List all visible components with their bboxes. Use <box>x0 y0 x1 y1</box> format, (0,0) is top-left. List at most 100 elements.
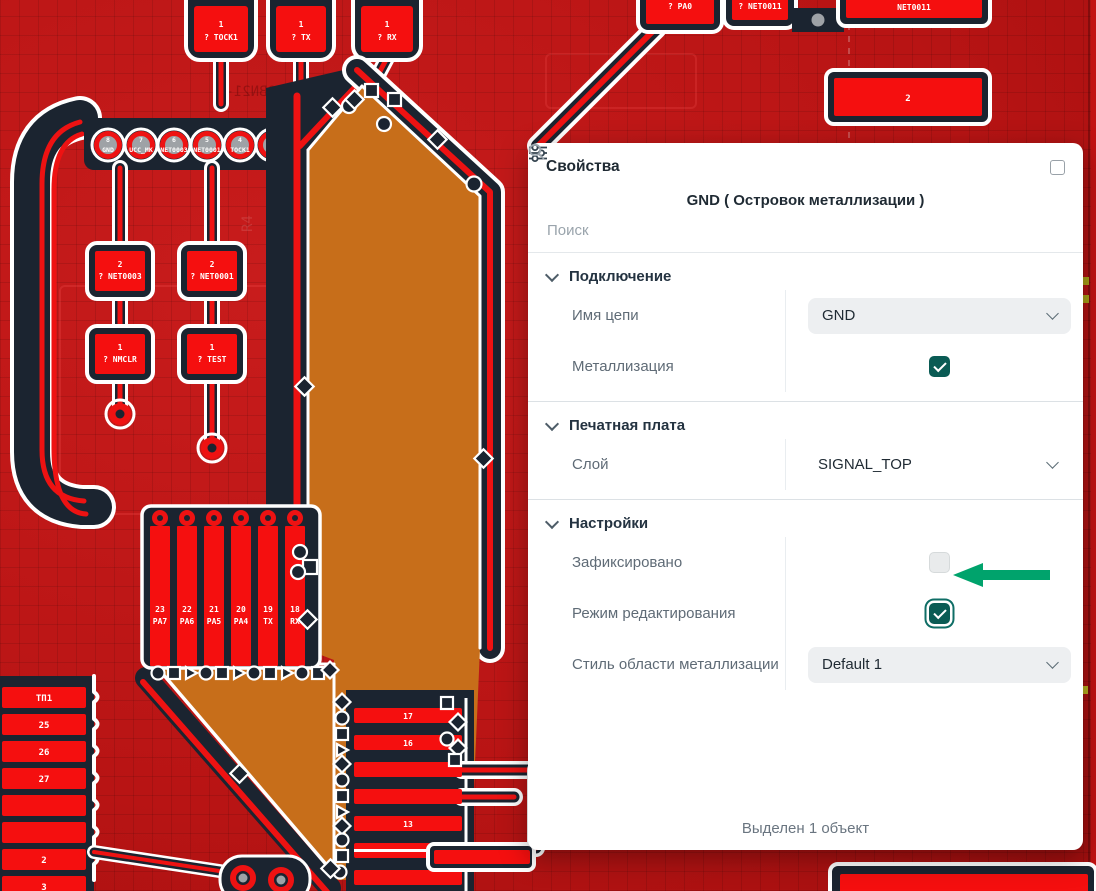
selection-handle[interactable] <box>336 850 348 862</box>
pin-pad[interactable]: 8GND <box>92 129 124 161</box>
chevron-down-icon <box>545 267 559 281</box>
section-connection: Подключение Имя цепи GND Металлизация <box>528 253 1083 402</box>
pad-bar[interactable]: 26 <box>2 741 86 762</box>
pad-bar[interactable] <box>354 762 462 777</box>
pad-bar[interactable]: 17 <box>354 708 462 723</box>
mid-pads[interactable]: 2? NET0003 2? NET0001 1? NMCLR 1? TEST <box>87 243 245 462</box>
pin-name: NET0001 <box>193 146 220 154</box>
component-pad[interactable]: 1? TEST <box>179 326 245 382</box>
selection-handle[interactable] <box>388 93 401 106</box>
search-placeholder: Поиск <box>547 222 589 239</box>
pin-number: 8 <box>106 136 110 144</box>
pad-name: ? RX <box>377 33 396 42</box>
selection-handle[interactable] <box>291 565 305 579</box>
layer-value: SIGNAL_TOP <box>818 456 912 473</box>
app-window: CHU5B3-9BN21-1 R4 8GND 7UCC_MK 6 <box>0 0 1096 891</box>
selection-handle[interactable] <box>168 667 180 679</box>
pad-bar[interactable]: 22PA6 <box>177 510 197 666</box>
component-pad[interactable]: NET0011 <box>838 0 990 26</box>
bottom-bar-block[interactable]: 17 16 13 <box>346 690 536 891</box>
metallization-checkbox[interactable] <box>929 356 950 377</box>
selection-handle[interactable] <box>293 545 307 559</box>
property-row: Стиль области металлизации Default 1 <box>528 639 1083 690</box>
panel-header: Свойства <box>528 143 1083 182</box>
detach-window-icon[interactable] <box>1050 160 1065 175</box>
component-pad[interactable]: 1? RX <box>353 0 421 60</box>
selection-handle[interactable] <box>336 834 349 847</box>
pad-name: ТП1 <box>36 694 52 704</box>
pad-bar[interactable]: 19TX <box>258 510 278 666</box>
silkscreen-ref: R4 <box>240 215 256 232</box>
component-pad[interactable]: 1? TOCK1 <box>186 0 256 60</box>
section-header[interactable]: Настройки <box>528 500 1083 537</box>
pad-bar[interactable] <box>354 870 462 885</box>
selection-handle[interactable] <box>264 667 276 679</box>
component-pad[interactable]: 2? NET0003 <box>87 243 153 299</box>
pad-bar[interactable]: 23PA7 <box>150 510 170 666</box>
via-pad[interactable] <box>198 434 226 462</box>
selection-handle[interactable] <box>248 667 261 680</box>
section-header[interactable]: Подключение <box>528 253 1083 290</box>
component-pad[interactable] <box>830 864 1096 891</box>
pour-style-select[interactable]: Default 1 <box>808 647 1071 683</box>
pad-bar[interactable]: 25 <box>2 714 86 735</box>
selection-handle[interactable] <box>336 790 348 802</box>
component-pad[interactable]: 1? NMCLR <box>87 326 153 382</box>
pad-bar[interactable]: 20PA4 <box>231 510 251 666</box>
selection-handle[interactable] <box>200 667 213 680</box>
selection-handle[interactable] <box>336 774 349 787</box>
pad-bar[interactable] <box>2 822 86 843</box>
pin-pad[interactable]: 5NET0001 <box>191 129 223 161</box>
pad-bar[interactable]: ТП1 <box>2 687 86 708</box>
pad-bar[interactable] <box>354 789 462 804</box>
pad-bar[interactable] <box>2 795 86 816</box>
column-pads[interactable]: 23PA7 22PA6 21PA5 20PA4 19TX 18RX <box>142 506 320 668</box>
net-name-select[interactable]: GND <box>808 298 1071 334</box>
trace-bundle-left[interactable] <box>32 118 94 514</box>
selection-handle[interactable] <box>467 177 482 192</box>
layer-select[interactable]: SIGNAL_TOP <box>808 447 1071 483</box>
bottom-vias[interactable] <box>94 852 310 891</box>
via-pad[interactable] <box>812 14 825 27</box>
pin-pad[interactable]: 7UCC_MK <box>125 129 157 161</box>
pad-number: 1 <box>219 20 224 29</box>
pin-pad[interactable]: 6NET0003 <box>158 129 190 161</box>
pad-name: ? NET0001 <box>190 272 234 281</box>
left-bar-block[interactable]: ТП1 25 26 27 2 3 <box>0 676 98 891</box>
component-pad[interactable] <box>428 844 534 870</box>
edit-mode-checkbox[interactable] <box>929 603 950 624</box>
selection-handle[interactable] <box>441 733 454 746</box>
via-pad[interactable] <box>233 868 253 888</box>
search-input[interactable]: Поиск <box>528 209 1083 253</box>
pad-bar[interactable]: 3 <box>2 876 86 891</box>
property-label: Металлизация <box>528 341 785 392</box>
selection-handle[interactable] <box>449 754 461 766</box>
pad-bar[interactable]: 2 <box>2 849 86 870</box>
pad-number: 1 <box>210 343 215 352</box>
selection-handle[interactable] <box>365 84 378 97</box>
pad-bar[interactable]: 21PA5 <box>204 510 224 666</box>
pad-bar[interactable]: 27 <box>2 768 86 789</box>
pad-name: 27 <box>39 775 50 785</box>
pin-pad[interactable]: 4TOCK1 <box>224 129 256 161</box>
component-pad[interactable]: 1? TX <box>268 0 334 60</box>
component-pad[interactable]: ? NET0011 <box>724 0 796 28</box>
component-pad[interactable]: 2? NET0001 <box>179 243 245 299</box>
via-pad[interactable] <box>271 870 291 890</box>
section-title: Настройки <box>569 515 648 532</box>
selection-handle[interactable] <box>441 697 453 709</box>
section-header[interactable]: Печатная плата <box>528 402 1083 439</box>
selection-handle[interactable] <box>152 667 165 680</box>
component-pad[interactable]: 2 <box>826 70 990 124</box>
selection-handle[interactable] <box>296 667 309 680</box>
fixed-checkbox[interactable] <box>929 552 950 573</box>
component-pad[interactable]: ? PA0 <box>638 0 722 32</box>
pour-style-value: Default 1 <box>822 656 882 673</box>
via-pad[interactable] <box>106 400 134 428</box>
selection-handle[interactable] <box>336 712 349 725</box>
pad-bar[interactable]: 18RX <box>285 510 305 666</box>
pad-bar[interactable]: 13 <box>354 816 462 831</box>
selection-handle[interactable] <box>216 667 228 679</box>
selection-handle[interactable] <box>336 728 348 740</box>
selection-handle[interactable] <box>377 117 391 131</box>
